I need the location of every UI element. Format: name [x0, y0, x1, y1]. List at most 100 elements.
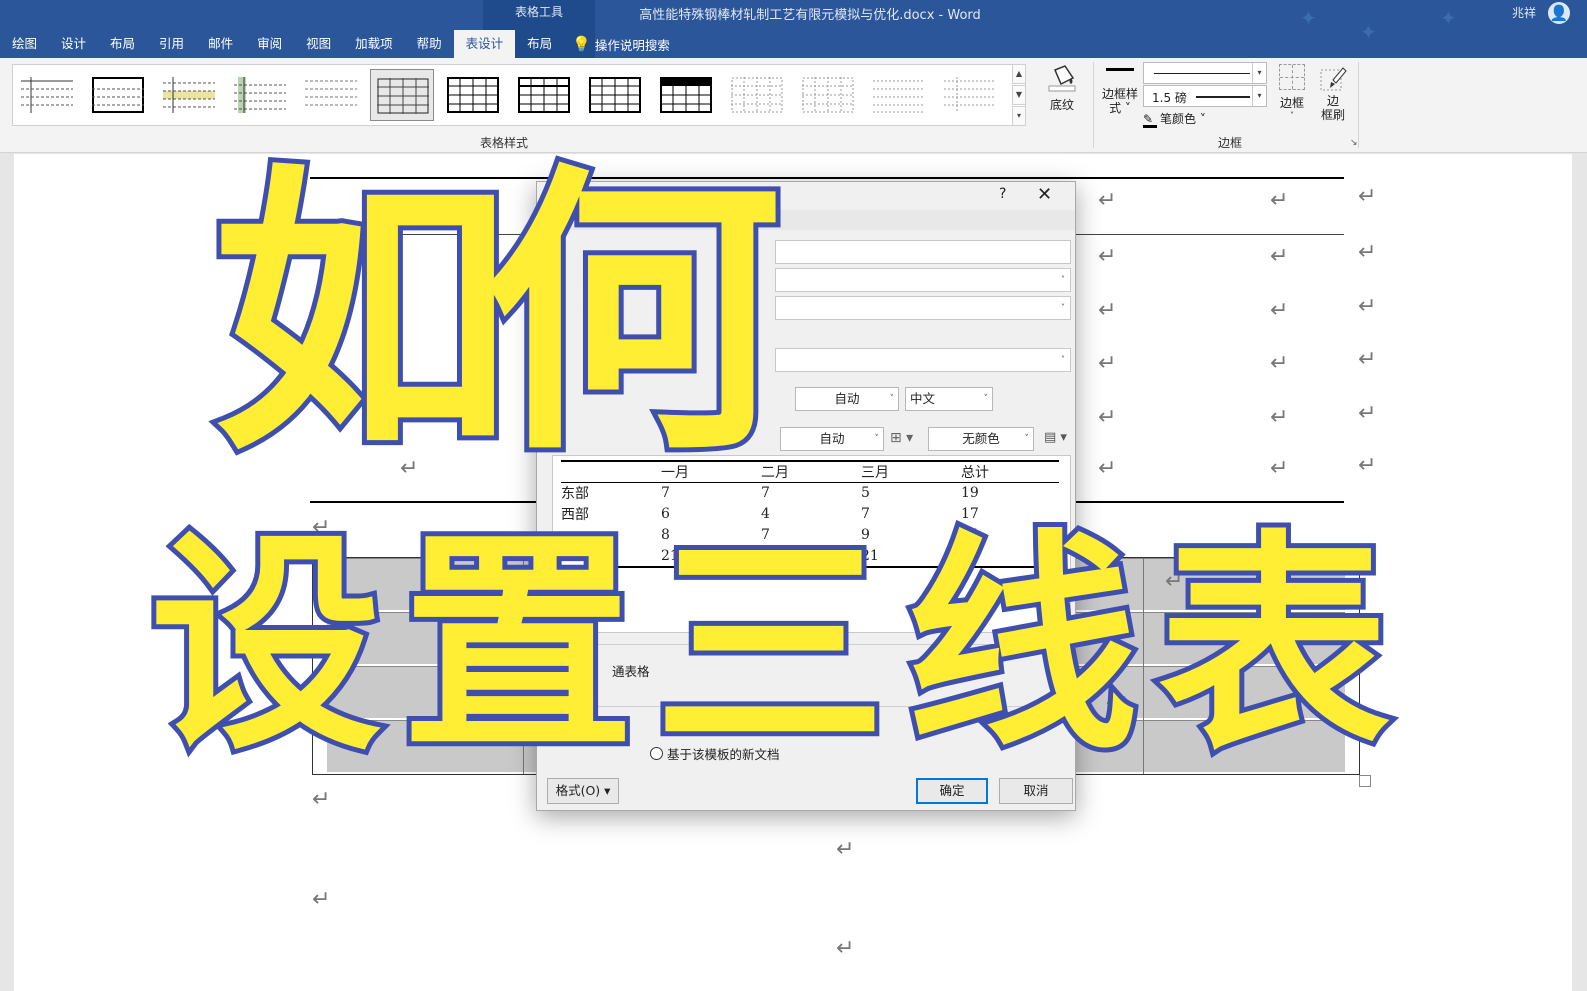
table-style-thumbnail[interactable] — [299, 69, 363, 121]
paragraph-mark: ↵ — [1270, 351, 1289, 376]
table-style-thumbnail[interactable] — [86, 69, 150, 121]
table-style-thumbnail[interactable] — [725, 69, 789, 121]
pen-color-button[interactable]: ✎ 笔颜色 ˅ — [1143, 110, 1206, 128]
gallery-more-button[interactable]: ▾ — [1012, 106, 1026, 126]
table-grid-icon — [234, 77, 286, 113]
table-style-thumbnail[interactable] — [512, 69, 576, 121]
table-style-thumbnail[interactable] — [583, 69, 647, 121]
line-style-preview — [1154, 73, 1250, 74]
paragraph-mark: ↵ — [1358, 347, 1377, 372]
ok-button[interactable]: 确定 — [916, 778, 988, 804]
title-bar: 表格工具 高性能特殊钢棒材轧制工艺有限元模拟与优化.docx - Word ✦ … — [0, 0, 1587, 58]
table-style-thumbnail[interactable] — [654, 69, 718, 121]
tab-help[interactable]: 帮助 — [405, 30, 454, 58]
tab-references[interactable]: 引用 — [147, 30, 196, 58]
paragraph-mark: ↵ — [1098, 456, 1117, 481]
table-style-thumbnail[interactable] — [796, 69, 860, 121]
border-painter-label: 边 框刷 — [1320, 94, 1345, 122]
borders-button[interactable]: 边框 ˅ — [1272, 64, 1312, 120]
style-type-select[interactable]: ˅ — [775, 268, 1071, 292]
table-grid-icon — [518, 77, 570, 113]
table-grid-icon — [447, 77, 499, 113]
chevron-down-icon: ˅ — [1061, 355, 1065, 364]
paragraph-mark: ↵ — [1270, 188, 1289, 213]
table-style-thumbnail[interactable] — [157, 69, 221, 121]
border-styles-label: 边框样 式 ˅ — [1101, 87, 1138, 115]
paragraph-mark: ↵ — [1270, 244, 1289, 269]
preview-cell: 7 — [761, 485, 770, 502]
cell-alignment-icon[interactable]: ▤ ▾ — [1044, 430, 1067, 445]
preview-cell: 5 — [861, 485, 870, 502]
style-name-input[interactable] — [775, 240, 1071, 264]
paragraph-mark: ↵ — [1270, 405, 1289, 430]
paragraph-mark: ↵ — [1358, 240, 1377, 265]
font-color-value: 自动 — [834, 391, 860, 406]
format-button[interactable]: 格式(O) ▾ — [547, 778, 619, 804]
preview-cell: 19 — [961, 485, 979, 502]
shading-label: 底纹 — [1049, 98, 1074, 112]
tab-view[interactable]: 视图 — [294, 30, 343, 58]
pen-icon: ✎ — [1143, 113, 1157, 128]
borders-label: 边框 — [1279, 96, 1304, 110]
ribbon: ▲ ▼ ▾ 表格样式 底纹 边框样 式 ˅ ▾ 1.5 磅 ▾ ✎ 笔颜色 ˅ 边… — [0, 58, 1587, 153]
table-style-thumbnail[interactable] — [441, 69, 505, 121]
group-separator — [1358, 62, 1359, 148]
borders-grid-icon — [1279, 64, 1305, 90]
line-weight-value: 1.5 磅 — [1152, 91, 1187, 105]
tab-draw[interactable]: 绘图 — [0, 30, 49, 58]
group-separator — [1093, 62, 1094, 148]
tab-table-design[interactable]: 表设计 — [453, 30, 516, 58]
close-icon[interactable]: ✕ — [1037, 184, 1052, 205]
language-value: 中文 — [910, 391, 936, 406]
avatar[interactable]: 👤 — [1548, 2, 1570, 24]
border-styles-button[interactable]: 边框样 式 ˅ — [1100, 68, 1140, 115]
paragraph-mark: ↵ — [1098, 244, 1117, 269]
font-color-select[interactable]: 自动 ˅ — [795, 387, 899, 411]
chevron-down-icon: ▾ — [1252, 63, 1266, 83]
cancel-button[interactable]: 取消 — [999, 778, 1073, 804]
paragraph-mark: ↵ — [836, 837, 855, 862]
line-weight-select[interactable]: 1.5 磅 ▾ — [1143, 85, 1267, 107]
table-grid-icon — [305, 80, 357, 106]
tab-review[interactable]: 审阅 — [245, 30, 294, 58]
border-grid-dropdown-icon[interactable]: ⊞ ▾ — [890, 430, 913, 446]
table-grid-icon — [21, 77, 73, 113]
help-icon[interactable]: ? — [999, 186, 1006, 202]
language-select[interactable]: 中文 ˅ — [905, 387, 993, 411]
paragraph-mark: ↵ — [1358, 401, 1377, 426]
tab-design[interactable]: 设计 — [49, 30, 98, 58]
border-color-select[interactable]: 自动 ˅ — [780, 427, 884, 451]
tab-mailings[interactable]: 邮件 — [196, 30, 245, 58]
paragraph-mark: ↵ — [312, 887, 331, 912]
tell-me-search[interactable]: 操作说明搜索 — [595, 35, 670, 54]
table-style-gallery[interactable] — [12, 64, 1026, 126]
user-name[interactable]: 兆祥 — [1512, 4, 1536, 21]
line-style-select[interactable]: ▾ — [1143, 62, 1267, 84]
table-style-thumbnail[interactable] — [228, 69, 292, 121]
paragraph-mark: ↵ — [1358, 294, 1377, 319]
dialog-launcher-icon[interactable]: ↘ — [1350, 138, 1358, 148]
table-style-thumbnail[interactable] — [15, 69, 79, 121]
preview-cell: 二月 — [761, 460, 861, 483]
decor-bird-icon: ✦ — [1440, 6, 1457, 30]
borders-group-label: 边框 — [1218, 136, 1243, 150]
preview-cell: 三月 — [861, 460, 961, 483]
line-weight-preview — [1196, 96, 1250, 98]
table-grid-icon — [377, 78, 429, 114]
gallery-scroll-up[interactable]: ▲ — [1012, 64, 1026, 84]
table-grid-icon — [589, 77, 641, 113]
border-painter-button[interactable]: 边 框刷 — [1314, 64, 1352, 122]
style-based-on-select[interactable]: ˅ — [775, 296, 1071, 320]
paragraph-mark: ↵ — [1098, 188, 1117, 213]
tab-table-layout[interactable]: 布局 — [515, 30, 564, 58]
apply-formatting-select[interactable]: ˅ — [775, 348, 1071, 372]
table-style-thumbnail-selected[interactable] — [370, 69, 434, 121]
table-style-thumbnail[interactable] — [938, 69, 1002, 121]
gallery-scroll-down[interactable]: ▼ — [1012, 85, 1026, 105]
table-style-thumbnail[interactable] — [867, 69, 931, 121]
fill-color-select[interactable]: 无颜色 ˅ — [928, 427, 1034, 451]
tab-addins[interactable]: 加载项 — [343, 30, 405, 58]
tab-layout[interactable]: 布局 — [98, 30, 147, 58]
table-grid-icon — [92, 77, 144, 113]
shading-button[interactable]: 底纹 — [1038, 64, 1086, 128]
